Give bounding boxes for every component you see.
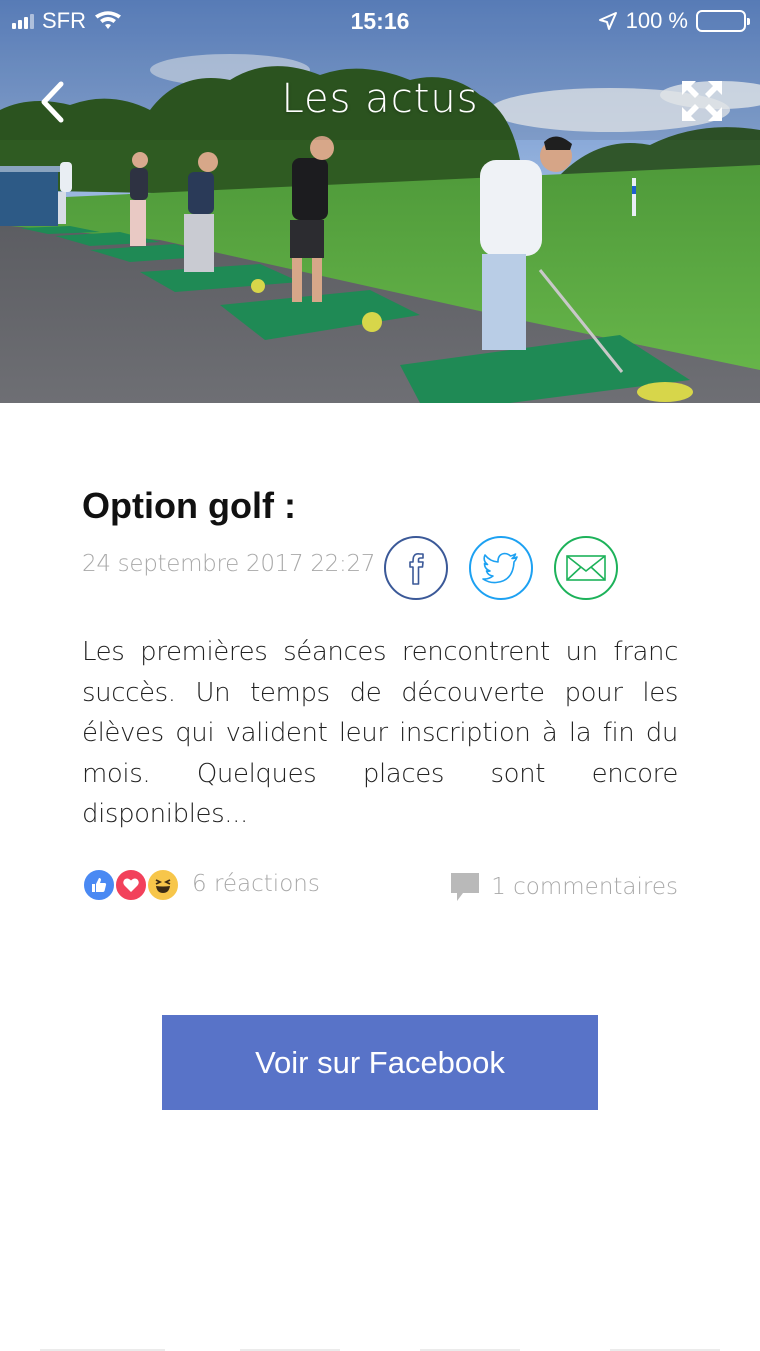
article-title: Option golf : bbox=[82, 485, 296, 526]
comment-bubble-icon bbox=[451, 873, 480, 901]
expand-fullscreen-icon[interactable] bbox=[680, 79, 724, 123]
mail-icon bbox=[566, 555, 606, 581]
location-arrow-icon bbox=[598, 12, 617, 30]
like-icon bbox=[82, 868, 116, 902]
battery-icon bbox=[696, 10, 750, 32]
reactions-count[interactable]: 6 réactions bbox=[192, 871, 320, 897]
facebook-icon bbox=[409, 553, 424, 585]
share-email-button[interactable] bbox=[554, 536, 618, 600]
status-right: 100 % bbox=[598, 8, 750, 34]
article-date: 24 septembre 2017 22:27 bbox=[82, 551, 376, 577]
article-meta: 24 septembre 2017 22:27 bbox=[82, 533, 678, 603]
share-facebook-button[interactable] bbox=[384, 536, 448, 600]
page-title: Les actus bbox=[281, 76, 479, 122]
twitter-icon bbox=[482, 552, 518, 584]
love-icon bbox=[114, 868, 148, 902]
view-on-facebook-button[interactable]: Voir sur Facebook bbox=[162, 1015, 598, 1110]
status-bar: SFR 15:16 100 % bbox=[0, 0, 760, 42]
golf-practice-photo bbox=[0, 0, 760, 403]
article: Option golf : 24 septembre 2017 22:27 Le… bbox=[82, 480, 678, 902]
haha-icon bbox=[146, 868, 180, 902]
article-body: Les premières séances rencontrent un fra… bbox=[82, 637, 678, 829]
reactions-bar: 6 réactions 1 commentaires bbox=[82, 868, 678, 904]
hero-image: SFR 15:16 100 % Les actus bbox=[0, 0, 760, 403]
comments-link[interactable]: 1 commentaires bbox=[449, 871, 678, 903]
share-twitter-button[interactable] bbox=[469, 536, 533, 600]
comments-count: 1 commentaires bbox=[491, 874, 678, 900]
battery-percent: 100 % bbox=[625, 8, 688, 33]
